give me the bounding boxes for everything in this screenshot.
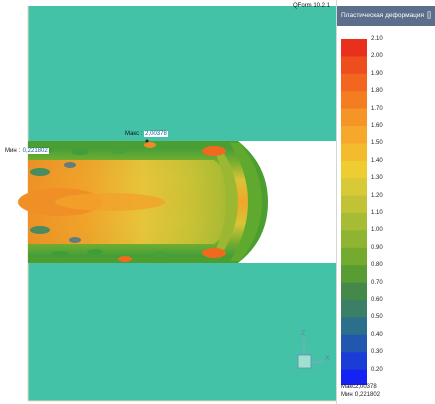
min-label-text: Мин : xyxy=(5,148,22,154)
max-label-text: Макс : xyxy=(125,131,145,137)
scale-band xyxy=(341,334,367,353)
scale-tick-label: 0.70 xyxy=(371,279,383,286)
scale-tick-label: 2.00 xyxy=(371,53,383,60)
scale-band xyxy=(341,282,367,301)
axis-z-label: Z xyxy=(301,330,306,337)
scale-band xyxy=(341,213,367,231)
legend-panel: Пластическая деформация [] 2.10 2.00 1.90 1… xyxy=(336,0,435,404)
scale-band xyxy=(341,39,367,57)
scale-band xyxy=(341,91,367,109)
scale-tick-label: 0.40 xyxy=(371,331,383,338)
scale-tick-label: 1.90 xyxy=(371,70,383,77)
legend-max-value: 2,00378 xyxy=(355,384,377,390)
simulation-viewport[interactable]: QForm 10.2.1 Макс : 2,00378 Мин : 0,2218… xyxy=(0,0,336,404)
legend-min-label: Мин : xyxy=(341,392,356,398)
scale-band xyxy=(341,369,367,385)
color-scale-bar xyxy=(341,39,367,385)
scale-tick-label: 1.40 xyxy=(371,157,383,164)
scale-tick-label: 1.30 xyxy=(371,175,383,182)
max-marker xyxy=(145,139,149,143)
scale-tick-label: 2.10 xyxy=(371,36,383,42)
scale-band xyxy=(341,126,367,144)
scale-band xyxy=(341,108,367,127)
billet xyxy=(18,141,268,263)
scale-band xyxy=(341,317,367,336)
scale-band xyxy=(341,178,367,196)
scale-tick-label: 1.70 xyxy=(371,105,383,112)
scale-band xyxy=(341,265,367,283)
scale-tick-label: 1.00 xyxy=(371,227,383,234)
scale-band xyxy=(341,352,367,370)
legend-header[interactable]: Пластическая деформация [] xyxy=(337,6,435,26)
forming-scene xyxy=(18,6,336,402)
app-version-title: QForm 10.2.1 xyxy=(293,3,331,9)
scale-band xyxy=(341,160,367,179)
scale-tick-label: 0.50 xyxy=(371,314,383,321)
scale-tick-label: 0.30 xyxy=(371,349,383,356)
axis-x-label: X xyxy=(325,355,330,362)
scale-tick-label: 1.60 xyxy=(371,123,383,129)
max-label-value: 2,00378 xyxy=(144,131,168,137)
scale-tick-label: 0.90 xyxy=(371,244,383,251)
scale-band xyxy=(341,300,367,318)
upper-die xyxy=(28,6,336,141)
legend-min-value: 0,221802 xyxy=(355,392,381,398)
max-value-label: Макс : 2,00378 xyxy=(125,131,168,138)
scale-tick-label: 1.20 xyxy=(371,192,383,199)
pin-icon[interactable]: [] xyxy=(427,6,431,26)
scale-band xyxy=(341,230,367,249)
min-label-value: 0,221802 xyxy=(21,148,49,154)
scale-band xyxy=(341,143,367,162)
lower-die xyxy=(28,263,336,401)
scale-tick-label: 1.80 xyxy=(371,88,383,95)
min-value-label: Мин : 0,221802 xyxy=(5,148,49,155)
scale-band xyxy=(341,56,367,75)
scale-tick-label: 1.50 xyxy=(371,140,383,147)
scale-band xyxy=(341,195,367,214)
scale-tick-label: 0.80 xyxy=(371,262,383,269)
scale-tick-label: 0.20 xyxy=(371,366,383,373)
scale-tick-label: 0.60 xyxy=(371,297,383,303)
scale-tick-label: 1.10 xyxy=(371,210,383,216)
legend-title: Пластическая деформация xyxy=(341,12,425,19)
scale-band xyxy=(341,73,367,92)
scale-band xyxy=(341,247,367,266)
